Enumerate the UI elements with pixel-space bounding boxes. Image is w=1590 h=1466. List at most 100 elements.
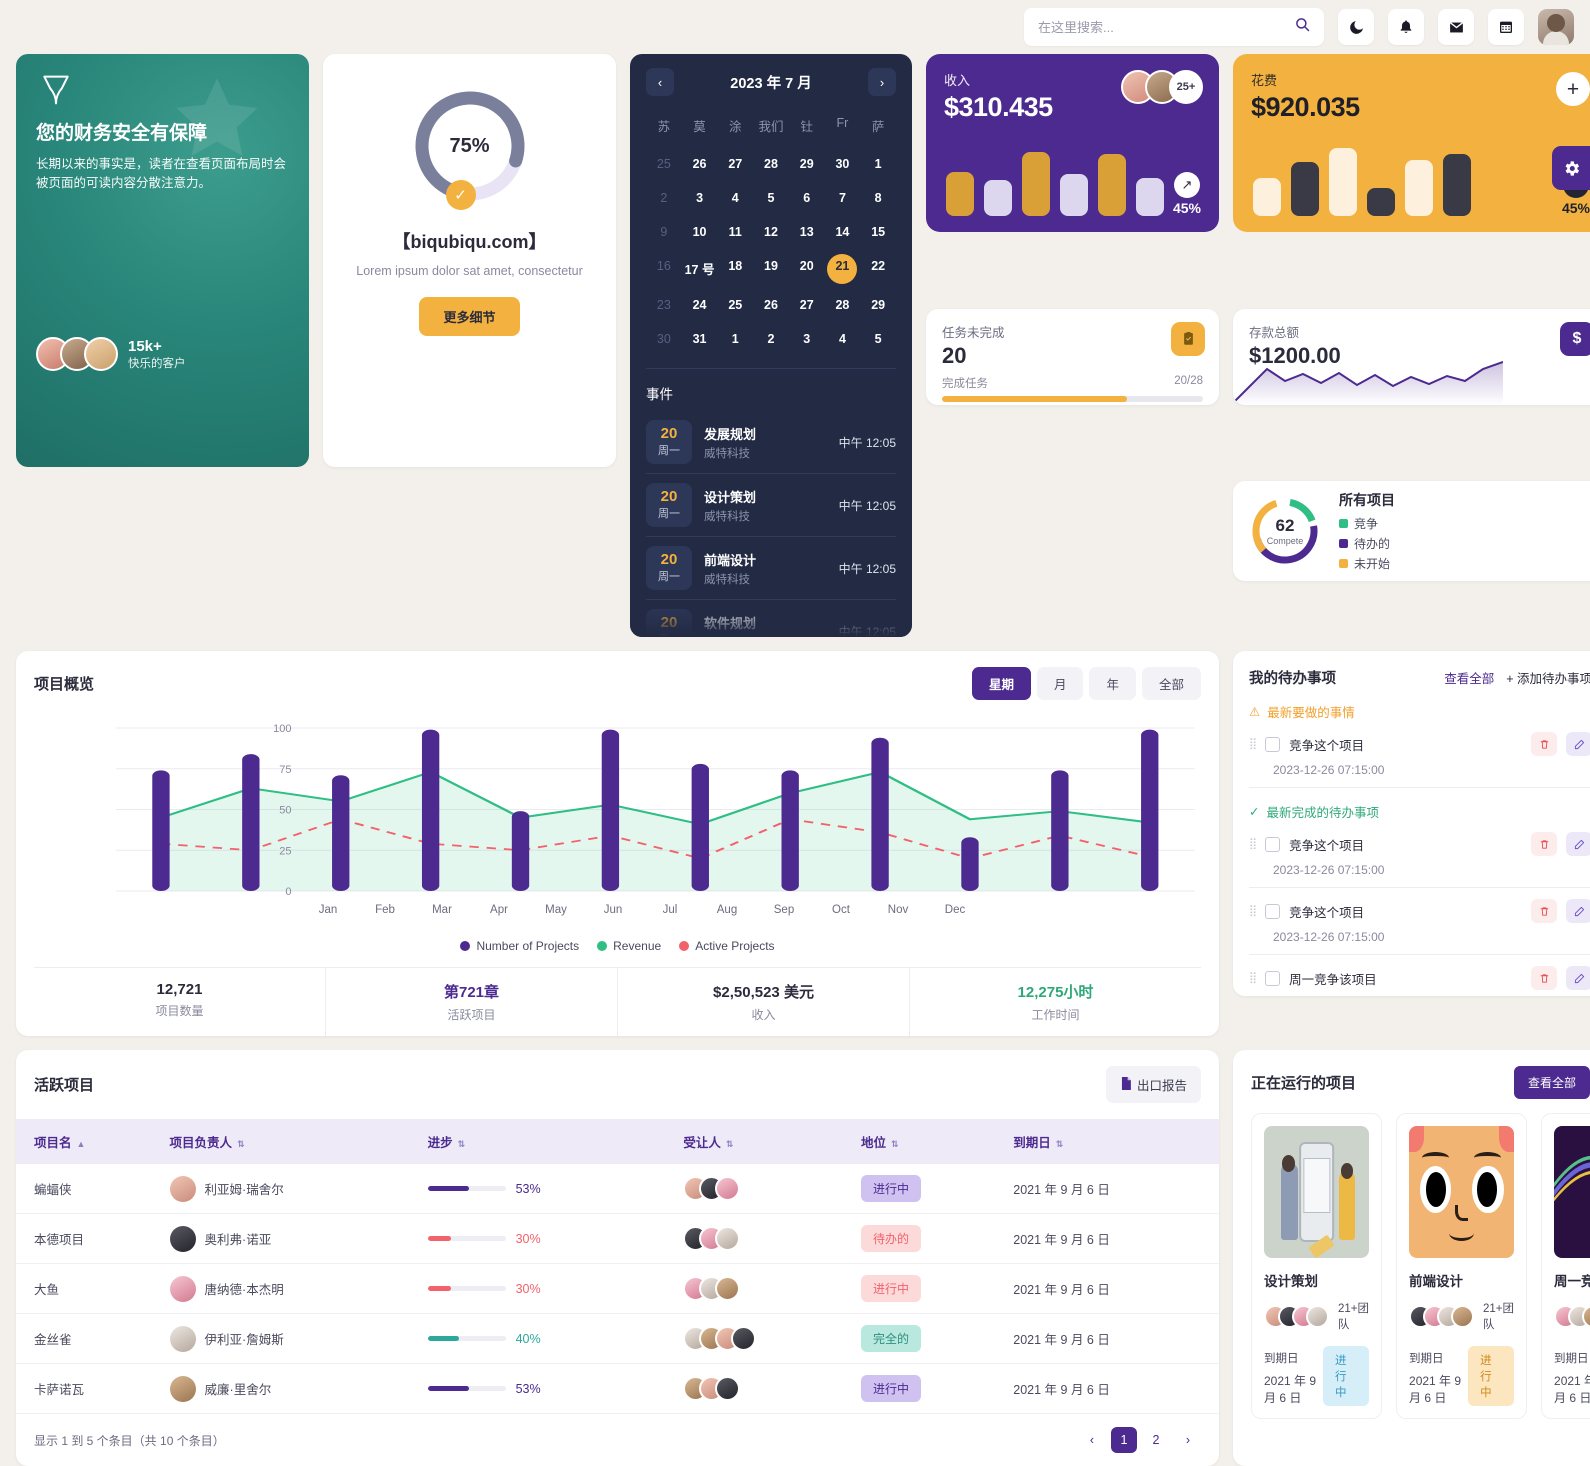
calendar-event[interactable]: 20 周一 发展规划 威特科技 中午 12:05	[646, 411, 896, 474]
todo-checkbox[interactable]	[1265, 903, 1281, 919]
todo-view-all-link[interactable]: 查看全部	[1444, 668, 1494, 687]
table-column-header[interactable]: 项目名 ▲	[16, 1119, 152, 1164]
calendar-day[interactable]: 1	[860, 149, 896, 179]
table-row[interactable]: 蝙蝠侠 利亚姆·瑞舍尔 53% 进行中 2021 年 9 月 6 日	[16, 1164, 1219, 1214]
calendar-day[interactable]: 26	[682, 149, 718, 179]
chart-range-全部[interactable]: 全部	[1141, 667, 1201, 700]
running-project-card[interactable]: 周一竞争该项目21+团队到期日2021 年 9 月 6 日进行中	[1541, 1113, 1590, 1419]
table-row[interactable]: 金丝雀 伊利亚·詹姆斯 40% 完全的 2021 年 9 月 6 日	[16, 1313, 1219, 1364]
search-box[interactable]	[1024, 8, 1324, 46]
calendar-day[interactable]: 16	[646, 251, 682, 286]
running-project-card[interactable]: 前端设计 21+团队 到期日 2021 年 9 月 6 日进行中	[1396, 1113, 1528, 1419]
settings-tab-button[interactable]	[1552, 146, 1590, 190]
calendar-event[interactable]: 20 周一 设计策划 威特科技 中午 12:05	[646, 474, 896, 537]
calendar-day[interactable]: 28	[825, 290, 861, 320]
drag-handle-icon[interactable]: ⣿	[1249, 838, 1257, 850]
calendar-day[interactable]: 18	[717, 251, 753, 286]
calendar-day[interactable]: 10	[682, 217, 718, 247]
user-avatar[interactable]	[1538, 9, 1574, 45]
sort-icon[interactable]: ⇅	[237, 1139, 245, 1149]
mail-button[interactable]	[1438, 9, 1474, 45]
calendar-day[interactable]: 2	[646, 183, 682, 213]
edit-todo-button[interactable]	[1566, 899, 1590, 923]
page-1-button[interactable]: 1	[1111, 1427, 1137, 1453]
calendar-day[interactable]: 28	[753, 149, 789, 179]
search-icon[interactable]	[1295, 17, 1310, 37]
drag-handle-icon[interactable]: ⣿	[1249, 972, 1257, 984]
running-view-all-button[interactable]: 查看全部	[1513, 1066, 1590, 1099]
sort-icon[interactable]: ⇅	[1056, 1139, 1064, 1149]
calendar-day[interactable]: 12	[753, 217, 789, 247]
delete-todo-button[interactable]	[1531, 966, 1557, 990]
todo-checkbox[interactable]	[1265, 736, 1281, 752]
export-report-button[interactable]: 出口报告	[1105, 1066, 1201, 1103]
calendar-button[interactable]	[1488, 9, 1524, 45]
calendar-day[interactable]: 22	[860, 251, 896, 286]
todo-checkbox[interactable]	[1265, 970, 1281, 986]
calendar-event[interactable]: 20 周一 前端设计 威特科技 中午 12:05	[646, 537, 896, 600]
calendar-day[interactable]: 29	[789, 149, 825, 179]
calendar-day[interactable]: 25	[646, 149, 682, 179]
calendar-day[interactable]: 15	[860, 217, 896, 247]
page-next-button[interactable]: ›	[1175, 1427, 1201, 1453]
add-expense-button[interactable]: +	[1556, 72, 1590, 106]
sort-icon[interactable]: ⇅	[458, 1139, 466, 1149]
calendar-day[interactable]: 24	[682, 290, 718, 320]
sort-icon[interactable]: ⇅	[891, 1139, 899, 1149]
search-input[interactable]	[1038, 19, 1287, 35]
dark-mode-toggle[interactable]	[1338, 9, 1374, 45]
calendar-day-selected[interactable]: 21	[825, 251, 861, 286]
calendar-day[interactable]: 17 号	[682, 251, 718, 286]
chart-range-星期[interactable]: 星期	[971, 667, 1031, 700]
table-row[interactable]: 本德项目 奥利弗·诺亚 30% 待办的 2021 年 9 月 6 日	[16, 1213, 1219, 1264]
table-column-header[interactable]: 受让人 ⇅	[665, 1119, 843, 1164]
calendar-day[interactable]: 4	[825, 324, 861, 354]
calendar-day[interactable]: 11	[717, 217, 753, 247]
todo-item[interactable]: ⣿ 竞争这个项目	[1249, 829, 1590, 859]
calendar-day[interactable]: 14	[825, 217, 861, 247]
calendar-day[interactable]: 1	[717, 324, 753, 354]
calendar-day[interactable]: 23	[646, 290, 682, 320]
calendar-day[interactable]: 30	[646, 324, 682, 354]
sort-icon[interactable]: ▲	[77, 1139, 86, 1149]
calendar-day[interactable]: 8	[860, 183, 896, 213]
edit-todo-button[interactable]	[1566, 732, 1590, 756]
calendar-day[interactable]: 25	[717, 290, 753, 320]
calendar-next-button[interactable]: ›	[867, 68, 896, 96]
chart-range-年[interactable]: 年	[1089, 667, 1136, 700]
drag-handle-icon[interactable]: ⣿	[1249, 905, 1257, 917]
calendar-day[interactable]: 9	[646, 217, 682, 247]
calendar-day[interactable]: 29	[860, 290, 896, 320]
chart-range-月[interactable]: 月	[1036, 667, 1084, 700]
table-column-header[interactable]: 项目负责人 ⇅	[151, 1119, 410, 1164]
page-2-button[interactable]: 2	[1143, 1427, 1169, 1453]
calendar-day[interactable]: 26	[753, 290, 789, 320]
calendar-day[interactable]: 2	[753, 324, 789, 354]
drag-handle-icon[interactable]: ⣿	[1249, 738, 1257, 750]
todo-checkbox[interactable]	[1265, 836, 1281, 852]
calendar-day[interactable]: 27	[717, 149, 753, 179]
notifications-button[interactable]	[1388, 9, 1424, 45]
table-column-header[interactable]: 到期日 ⇅	[995, 1119, 1219, 1164]
calendar-day[interactable]: 4	[717, 183, 753, 213]
calendar-day[interactable]: 27	[789, 290, 825, 320]
delete-todo-button[interactable]	[1531, 899, 1557, 923]
todo-add-link[interactable]: + 添加待办事项	[1506, 668, 1590, 687]
table-row[interactable]: 大鱼 唐纳德·本杰明 30% 进行中 2021 年 9 月 6 日	[16, 1263, 1219, 1314]
sort-icon[interactable]: ⇅	[726, 1139, 734, 1149]
table-column-header[interactable]: 地位 ⇅	[842, 1119, 996, 1164]
calendar-event[interactable]: 20周一软件规划威特科技中午 12:05	[646, 600, 896, 637]
calendar-day[interactable]: 19	[753, 251, 789, 286]
todo-item[interactable]: ⣿ 周一竞争该项目	[1249, 963, 1590, 993]
calendar-day[interactable]: 13	[789, 217, 825, 247]
calendar-day[interactable]: 5	[753, 183, 789, 213]
more-details-button[interactable]: 更多细节	[419, 296, 520, 336]
calendar-day[interactable]: 3	[789, 324, 825, 354]
running-project-card[interactable]: 设计策划 21+团队 到期日 2021 年 9 月 6 日进行中	[1251, 1113, 1383, 1419]
edit-todo-button[interactable]	[1566, 832, 1590, 856]
edit-todo-button[interactable]	[1566, 966, 1590, 990]
calendar-day[interactable]: 6	[789, 183, 825, 213]
calendar-prev-button[interactable]: ‹	[646, 68, 674, 96]
delete-todo-button[interactable]	[1531, 832, 1557, 856]
calendar-day[interactable]: 31	[682, 324, 718, 354]
